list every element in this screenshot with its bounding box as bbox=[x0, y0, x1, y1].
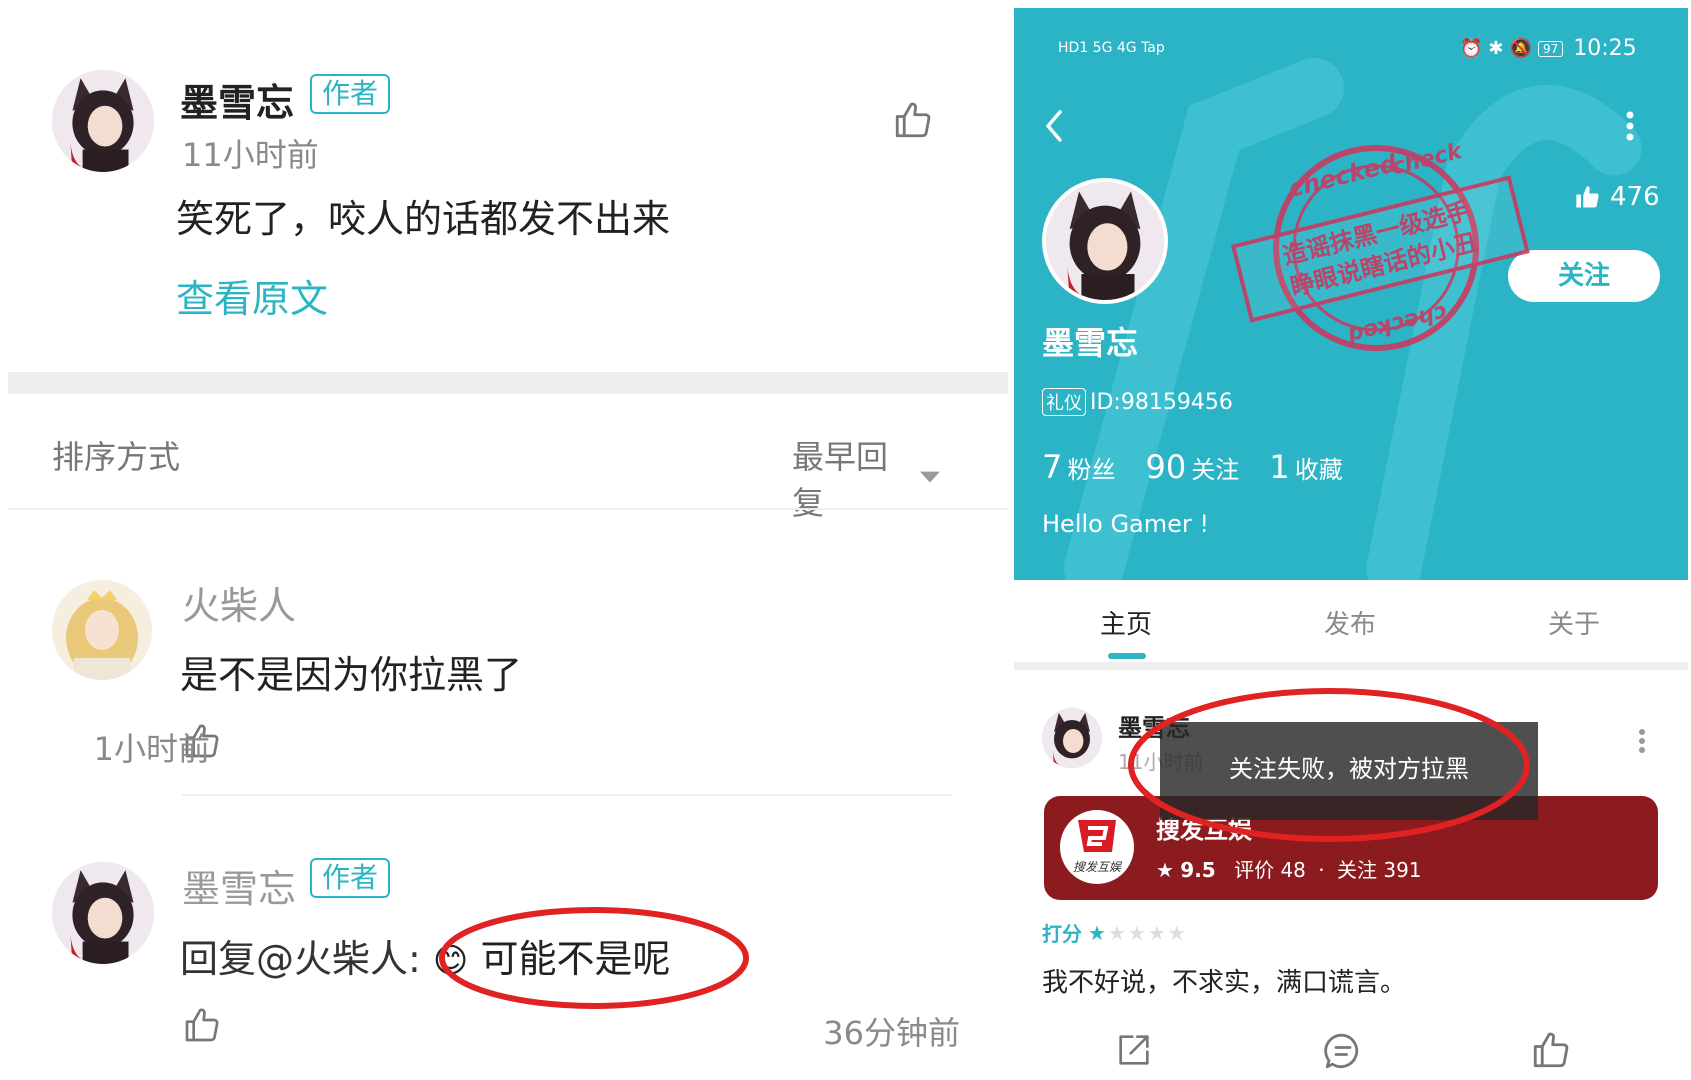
status-bar-icons: ⏰ ✱ 🔕 97 10:25 bbox=[1460, 36, 1637, 61]
post-like-button[interactable] bbox=[1530, 1028, 1572, 1076]
star-icon: ★ bbox=[1167, 920, 1188, 945]
star-icon: ★ bbox=[1088, 920, 1108, 945]
score-label: 打分 bbox=[1042, 922, 1082, 946]
meta-separator: · bbox=[1318, 858, 1325, 882]
fox-girl-avatar-image bbox=[1046, 182, 1164, 300]
favorites-count: 1 bbox=[1269, 448, 1290, 486]
sort-value: 最早回复 bbox=[792, 438, 889, 522]
star-icon: ★ bbox=[1147, 920, 1168, 945]
profile-avatar[interactable] bbox=[1042, 178, 1168, 304]
favorites-label: 收藏 bbox=[1294, 456, 1343, 484]
main-comment-text: 笑死了，咬人的话都发不出来 bbox=[176, 197, 671, 241]
back-button[interactable] bbox=[1042, 108, 1066, 148]
fox-girl-avatar-image bbox=[1042, 708, 1102, 768]
tab-divider bbox=[1014, 662, 1688, 670]
more-vertical-icon bbox=[1626, 111, 1634, 141]
section-divider bbox=[8, 372, 1008, 394]
tab-about[interactable]: 关于 bbox=[1548, 604, 1600, 641]
thumb-up-icon bbox=[895, 102, 931, 138]
share-button[interactable] bbox=[1114, 1030, 1154, 1074]
more-options-button[interactable] bbox=[1624, 110, 1636, 146]
reply-1-avatar[interactable] bbox=[52, 580, 152, 680]
profile-likes: 476 bbox=[1574, 182, 1660, 212]
post-author-avatar[interactable] bbox=[1042, 708, 1102, 768]
following-stat[interactable]: 90 关注 bbox=[1145, 448, 1239, 486]
reply-2-avatar[interactable] bbox=[52, 862, 154, 964]
sort-divider bbox=[8, 508, 1008, 510]
reply-1-time: 1小时前 bbox=[93, 730, 210, 768]
blonde-girl-avatar-image bbox=[52, 580, 152, 680]
likes-count: 476 bbox=[1610, 182, 1660, 212]
fox-girl-avatar-image bbox=[52, 862, 154, 964]
status-bar-left: HD1 5G 4G Tap bbox=[1058, 40, 1165, 56]
red-annotation-circle bbox=[439, 907, 749, 1009]
post-text: 我不好说，不求实，满口谎言。 bbox=[1042, 968, 1407, 998]
game-reviews: 评价 48 bbox=[1234, 858, 1306, 882]
alarm-icon: ⏰ bbox=[1460, 38, 1483, 59]
star-icon: ★ bbox=[1107, 920, 1128, 945]
status-time: 10:25 bbox=[1573, 36, 1637, 61]
comment-icon bbox=[1324, 1033, 1359, 1069]
share-icon bbox=[1119, 1035, 1149, 1065]
star-icon: ★ bbox=[1127, 920, 1148, 945]
view-original-link[interactable]: 查看原文 bbox=[176, 268, 328, 323]
profile-bio: Hello Gamer ! bbox=[1042, 510, 1210, 538]
battery-icon: 97 bbox=[1537, 40, 1564, 57]
game-logo: 搜发互娱 bbox=[1060, 810, 1134, 884]
post-more-button[interactable] bbox=[1638, 728, 1646, 758]
fox-girl-avatar-image bbox=[52, 70, 154, 172]
tab-posts[interactable]: 发布 bbox=[1324, 604, 1376, 641]
right-panel: HD1 5G 4G Tap ⏰ ✱ 🔕 97 10:25 476 关注 chec… bbox=[1014, 8, 1688, 1080]
star-rating: ★★★★★ bbox=[1088, 921, 1188, 945]
reply-2-mention: 回复@火柴人: bbox=[180, 937, 421, 981]
red-annotation-circle bbox=[1128, 688, 1530, 842]
main-comment-time: 11小时前 bbox=[182, 136, 319, 174]
game-logo-text: 搜发互娱 bbox=[1072, 860, 1121, 874]
reply-2-time: 36分钟前 bbox=[823, 1014, 960, 1052]
profile-header: HD1 5G 4G Tap ⏰ ✱ 🔕 97 10:25 476 关注 chec… bbox=[1014, 8, 1688, 580]
game-follows: 关注 391 bbox=[1336, 858, 1422, 882]
main-comment-author[interactable]: 墨雪忘 bbox=[180, 72, 294, 127]
profile-id-row: 礼仪 ID:98159456 bbox=[1042, 388, 1233, 416]
game-meta: ★ 9.5 评价 48 · 关注 391 bbox=[1156, 854, 1422, 883]
left-panel: 墨雪忘 作者 11小时前 笑死了，咬人的话都发不出来 查看原文 排序方式 最早回… bbox=[0, 0, 1008, 1080]
etiquette-badge: 礼仪 bbox=[1042, 388, 1086, 416]
more-vertical-icon bbox=[1639, 729, 1645, 753]
comment-button[interactable] bbox=[1322, 1030, 1364, 1076]
following-label: 关注 bbox=[1191, 456, 1240, 484]
following-count: 90 bbox=[1145, 448, 1187, 486]
sort-dropdown[interactable]: 最早回复 bbox=[792, 432, 940, 524]
reply-2-like-button[interactable] bbox=[182, 1004, 222, 1046]
main-comment-avatar[interactable] bbox=[52, 70, 154, 172]
fans-stat[interactable]: 7 粉丝 bbox=[1042, 448, 1115, 486]
profile-stats: 7 粉丝 90 关注 1 收藏 bbox=[1042, 448, 1343, 486]
profile-name: 墨雪忘 bbox=[1042, 324, 1139, 362]
mute-icon: 🔕 bbox=[1509, 38, 1532, 59]
author-badge: 作者 bbox=[310, 74, 391, 114]
thumb-up-icon bbox=[1533, 1032, 1569, 1068]
game-logo-graphic bbox=[1078, 820, 1116, 852]
tab-home[interactable]: 主页 bbox=[1100, 604, 1152, 641]
reply-1-author[interactable]: 火柴人 bbox=[182, 575, 296, 630]
caret-down-icon bbox=[920, 471, 940, 483]
fans-label: 粉丝 bbox=[1067, 456, 1116, 484]
score-row: 打分 ★★★★★ bbox=[1042, 918, 1188, 947]
favorites-stat[interactable]: 1 收藏 bbox=[1269, 448, 1342, 486]
main-comment-like-button[interactable] bbox=[892, 98, 934, 142]
thumb-up-filled-icon bbox=[1576, 186, 1599, 208]
sort-label: 排序方式 bbox=[52, 438, 181, 476]
reply-divider bbox=[182, 794, 952, 796]
fans-count: 7 bbox=[1042, 448, 1063, 486]
star-icon: ★ bbox=[1156, 858, 1174, 882]
game-rating: 9.5 bbox=[1180, 858, 1216, 882]
reply-1-text: 是不是因为你拉黑了 bbox=[180, 653, 523, 697]
profile-id: ID:98159456 bbox=[1090, 389, 1233, 415]
chevron-left-icon bbox=[1046, 110, 1062, 142]
bluetooth-icon: ✱ bbox=[1488, 38, 1504, 59]
reply-2-author[interactable]: 墨雪忘 bbox=[182, 858, 296, 913]
author-badge: 作者 bbox=[310, 858, 391, 898]
tab-active-indicator bbox=[1108, 653, 1146, 659]
thumb-up-icon bbox=[185, 1008, 219, 1042]
